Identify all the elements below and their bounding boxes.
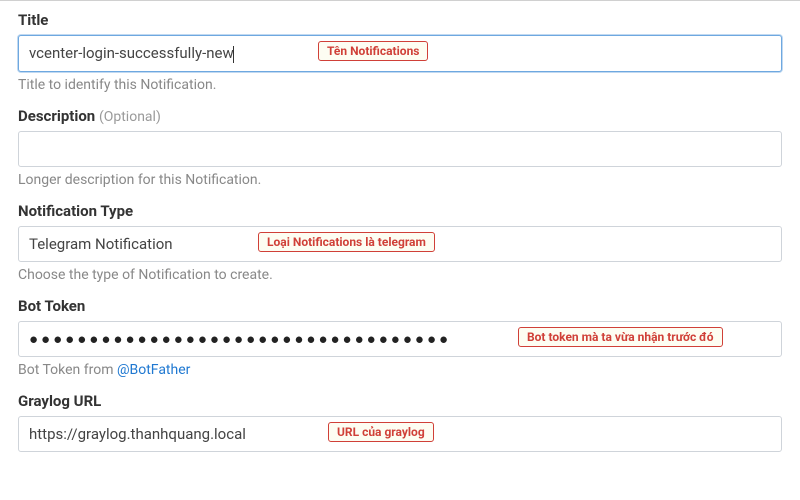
- botfather-link[interactable]: @BotFather: [117, 362, 190, 378]
- title-input-value: vcenter-login-successfully-new: [29, 44, 234, 62]
- type-label: Notification Type: [18, 202, 782, 220]
- type-select-value: Telegram Notification: [29, 235, 173, 253]
- description-input[interactable]: [18, 131, 782, 167]
- token-input[interactable]: ●●●●●●●●●●●●●●●●●●●●●●●●●●●●●●●●●●●: [18, 321, 782, 357]
- title-label: Title: [18, 11, 782, 29]
- token-help: Bot Token from @BotFather: [18, 362, 782, 378]
- title-help: Title to identify this Notification.: [18, 77, 782, 93]
- field-graylog-url: Graylog URL URL của graylog: [18, 392, 782, 452]
- token-help-prefix: Bot Token from: [18, 362, 117, 378]
- field-bot-token: Bot Token ●●●●●●●●●●●●●●●●●●●●●●●●●●●●●●…: [18, 297, 782, 378]
- field-notification-type: Notification Type Telegram Notification …: [18, 202, 782, 283]
- field-title: Title vcenter-login-successfully-new Tên…: [18, 11, 782, 93]
- description-optional: (Optional): [99, 109, 161, 125]
- title-input[interactable]: vcenter-login-successfully-new: [18, 35, 782, 72]
- text-cursor: [233, 46, 234, 63]
- token-label: Bot Token: [18, 297, 782, 315]
- type-help: Choose the type of Notification to creat…: [18, 267, 782, 283]
- top-right-indicator: [18, 1, 782, 11]
- type-select[interactable]: Telegram Notification: [18, 226, 782, 262]
- field-description: Description (Optional) Longer descriptio…: [18, 107, 782, 188]
- url-label: Graylog URL: [18, 392, 782, 410]
- url-input[interactable]: [18, 416, 782, 452]
- token-input-value: ●●●●●●●●●●●●●●●●●●●●●●●●●●●●●●●●●●●: [29, 330, 451, 348]
- description-label: Description (Optional): [18, 107, 782, 125]
- description-help: Longer description for this Notification…: [18, 172, 782, 188]
- description-label-text: Description: [18, 107, 95, 125]
